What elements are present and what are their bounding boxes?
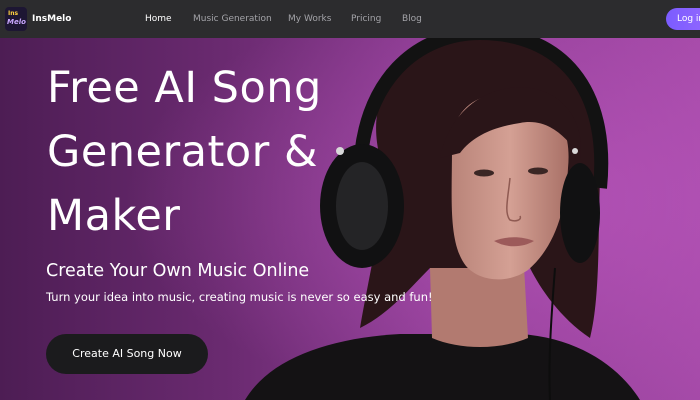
brand-name[interactable]: InsMelo bbox=[32, 0, 71, 38]
hero-subtitle: Create Your Own Music Online bbox=[46, 261, 310, 281]
nav-item-my-works[interactable]: My Works bbox=[288, 0, 331, 38]
logo-text-bottom: Melo bbox=[7, 18, 26, 26]
logo-text-top: Ins bbox=[8, 10, 19, 17]
nav-item-home[interactable]: Home bbox=[145, 0, 172, 38]
hero-description: Turn your idea into music, creating musi… bbox=[46, 290, 433, 304]
top-navigation-bar: Ins Melo InsMelo Home Music Generation M… bbox=[0, 0, 700, 38]
hero-section: Free AI Song Generator & Maker Create Yo… bbox=[0, 38, 700, 400]
nav-item-music-generation[interactable]: Music Generation bbox=[193, 0, 272, 38]
login-button[interactable]: Log in bbox=[666, 8, 700, 30]
nav-item-pricing[interactable]: Pricing bbox=[351, 0, 381, 38]
hero-title: Free AI Song Generator & Maker bbox=[47, 63, 322, 241]
nav-item-blog[interactable]: Blog bbox=[402, 0, 422, 38]
create-ai-song-button[interactable]: Create AI Song Now bbox=[46, 334, 208, 374]
brand-logo[interactable]: Ins Melo bbox=[5, 7, 27, 31]
